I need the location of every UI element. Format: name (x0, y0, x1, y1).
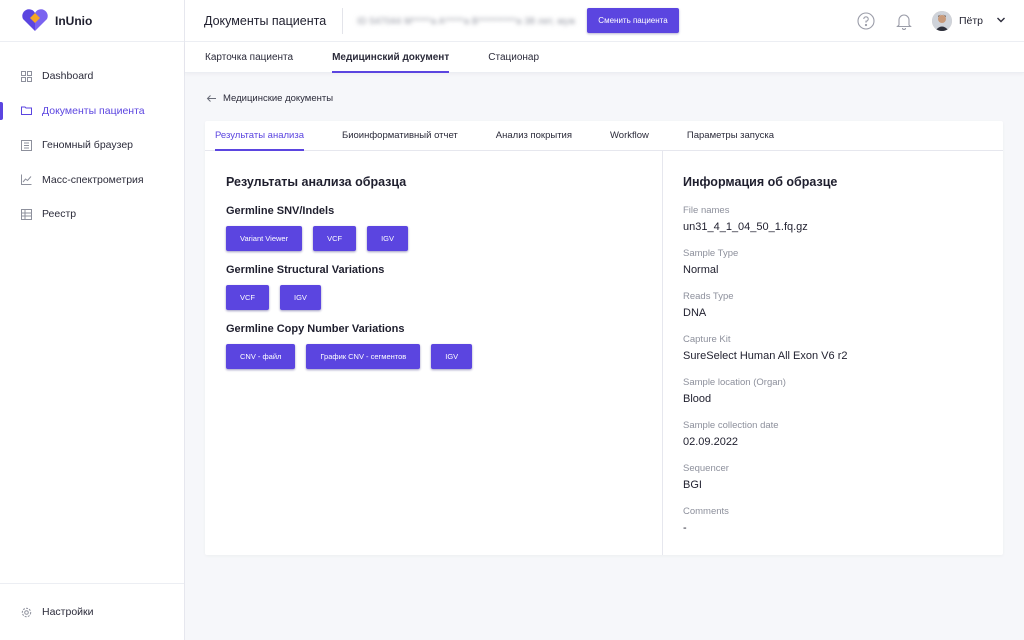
tab-bioinformatics-report[interactable]: Биоинформативный отчет (342, 121, 458, 150)
folder-icon (21, 105, 32, 116)
info-value: SureSelect Human All Exon V6 r2 (683, 350, 848, 362)
sidebar-item-label: Масс-спектрометрия (42, 173, 144, 186)
top-header: Документы пациента ID 547044 M*****a A**… (185, 0, 1024, 42)
sidebar: InUnio Dashboard Документы пациента Гено… (0, 0, 185, 640)
sidebar-item-label: Dashboard (42, 70, 94, 83)
breadcrumb[interactable]: Медицинские документы (206, 93, 333, 104)
avatar[interactable] (931, 11, 952, 31)
info-value: Normal (683, 264, 719, 276)
info-label: Sample collection date (683, 420, 779, 431)
sidebar-item-dashboard[interactable]: Dashboard (0, 59, 184, 94)
tab-coverage-analysis[interactable]: Анализ покрытия (496, 121, 572, 150)
info-value: - (683, 522, 687, 534)
dashboard-grid-icon (21, 70, 32, 82)
document-subnav: Карточка пациента Медицинский документ С… (185, 42, 1024, 73)
info-label: Reads Type (683, 291, 734, 302)
app-name: InUnio (55, 13, 93, 28)
help-circle-icon[interactable] (856, 11, 876, 31)
header-actions: Пётр (856, 0, 1006, 42)
sidebar-item-registry[interactable]: Реестр (0, 197, 184, 232)
tab-analysis-results[interactable]: Результаты анализа (215, 121, 304, 151)
snv-vcf-button[interactable]: VCF (313, 226, 357, 251)
user-name[interactable]: Пётр (959, 15, 983, 27)
tab-medical-document[interactable]: Медицинский документ (332, 42, 450, 73)
sample-info-title: Информация об образце (683, 175, 838, 189)
info-value: Blood (683, 393, 712, 405)
back-link[interactable]: Медицинские документы (223, 93, 333, 104)
info-value: 02.09.2022 (683, 436, 739, 448)
cnv-igv-button[interactable]: IGV (431, 344, 473, 369)
sidebar-item-label: Документы пациента (42, 104, 145, 117)
snv-igv-button[interactable]: IGV (367, 226, 409, 251)
sidebar-item-label: Реестр (42, 208, 77, 221)
results-title: Результаты анализа образца (226, 175, 407, 189)
header-divider (342, 7, 344, 34)
inunio-logo-icon (22, 8, 48, 31)
sidebar-item-settings[interactable]: Настройки (0, 583, 184, 640)
button-row: Variant Viewer VCF IGV (226, 226, 662, 251)
card-tabs: Результаты анализа Биоинформативный отче… (205, 121, 1003, 151)
tab-patient-card[interactable]: Карточка пациента (205, 42, 293, 72)
genome-browser-icon (21, 139, 32, 151)
chevron-down-icon[interactable] (996, 12, 1006, 30)
info-label: Sequencer (683, 463, 729, 474)
sidebar-item-patient-documents[interactable]: Документы пациента (0, 94, 184, 129)
sample-info-pane: Информация об образце File names un31_4_… (663, 151, 1003, 555)
button-row: CNV - файл График CNV - сегментов IGV (226, 344, 662, 369)
arrow-left-icon (206, 95, 216, 102)
switch-patient-button[interactable]: Сменить пациента (587, 8, 679, 33)
tab-inpatient[interactable]: Стационар (488, 42, 539, 72)
card-body: Результаты анализа образца Germline SNV/… (205, 151, 1003, 555)
info-label: File names (683, 205, 730, 216)
info-value: un31_4_1_04_50_1.fq.gz (683, 221, 808, 233)
info-label: Capture Kit (683, 334, 731, 345)
page-title: Документы пациента (204, 13, 327, 28)
results-pane: Результаты анализа образца Germline SNV/… (205, 151, 663, 555)
cnv-segments-chart-button[interactable]: График CNV - сегментов (306, 344, 421, 369)
sidebar-item-genome-browser[interactable]: Геномный браузер (0, 128, 184, 163)
section-title: Germline Copy Number Variations (226, 323, 405, 335)
chart-line-icon (21, 174, 32, 186)
registry-table-icon (21, 208, 32, 220)
settings-label: Настройки (42, 606, 94, 618)
sv-igv-button[interactable]: IGV (280, 285, 321, 310)
info-label: Comments (683, 506, 729, 517)
section-title: Germline SNV/Indels (226, 205, 335, 217)
analysis-card: Результаты анализа Биоинформативный отче… (205, 121, 1003, 555)
button-row: VCF IGV (226, 285, 662, 310)
sv-vcf-button[interactable]: VCF (226, 285, 269, 310)
sidebar-item-label: Геномный браузер (42, 139, 134, 152)
section-title: Germline Structural Variations (226, 264, 385, 276)
tab-workflow[interactable]: Workflow (610, 121, 649, 150)
sidebar-nav: Dashboard Документы пациента Геномный бр… (0, 42, 184, 232)
logo[interactable]: InUnio (0, 0, 184, 42)
info-value: DNA (683, 307, 707, 319)
sidebar-item-mass-spectrometry[interactable]: Масс-спектрометрия (0, 163, 184, 198)
info-label: Sample Type (683, 248, 739, 259)
settings-gear-icon (21, 607, 32, 618)
cnv-file-button[interactable]: CNV - файл (226, 344, 296, 369)
patient-info: ID 547044 M*****a A*****a B**********a 3… (357, 15, 576, 26)
variant-viewer-button[interactable]: Variant Viewer (226, 226, 303, 251)
info-value: BGI (683, 479, 702, 491)
info-label: Sample location (Organ) (683, 377, 786, 388)
tab-run-parameters[interactable]: Параметры запуска (687, 121, 774, 150)
bell-icon[interactable] (894, 11, 914, 31)
